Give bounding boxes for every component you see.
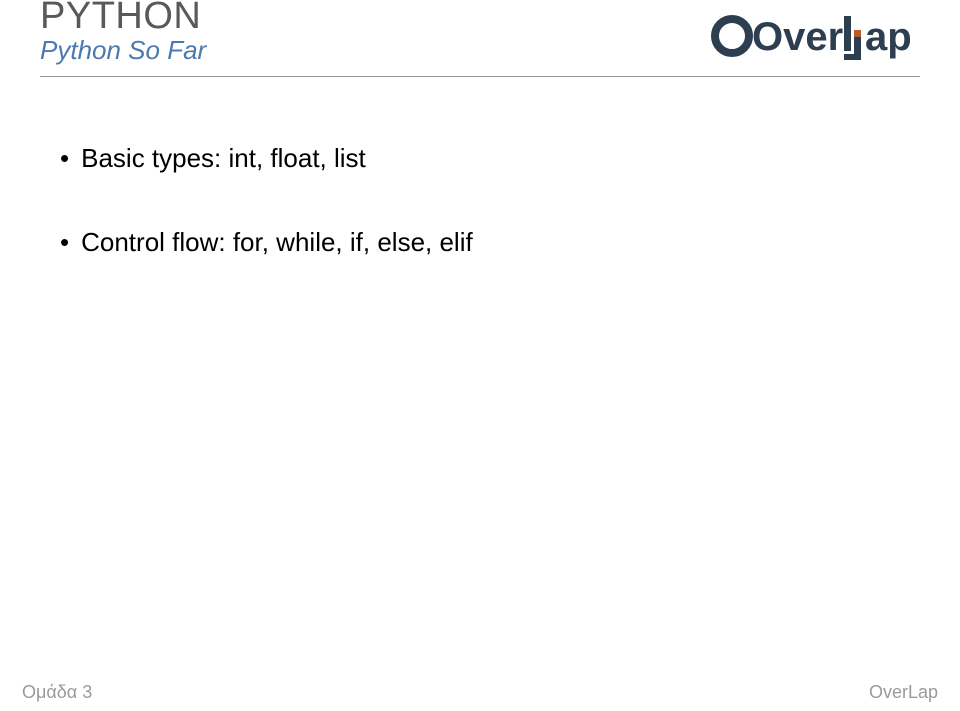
slide-subtitle: Python So Far [40,35,206,66]
bullet-item: Control flow: for, while, if, else, elif [60,226,900,260]
overlap-logo: Over ap [710,8,925,68]
title-block: PYTHON Python So Far [40,0,206,66]
slide-content: Basic types: int, float, list Control fl… [0,77,960,260]
footer-left: Ομάδα 3 [22,682,92,703]
footer-right: OverLap [869,682,938,703]
slide-title: PYTHON [40,0,206,38]
bullet-item: Basic types: int, float, list [60,142,900,176]
svg-text:Over: Over [752,15,843,59]
slide-footer: Ομάδα 3 OverLap [0,682,960,703]
svg-text:ap: ap [865,15,912,59]
slide-header: PYTHON Python So Far Over ap [0,0,960,68]
